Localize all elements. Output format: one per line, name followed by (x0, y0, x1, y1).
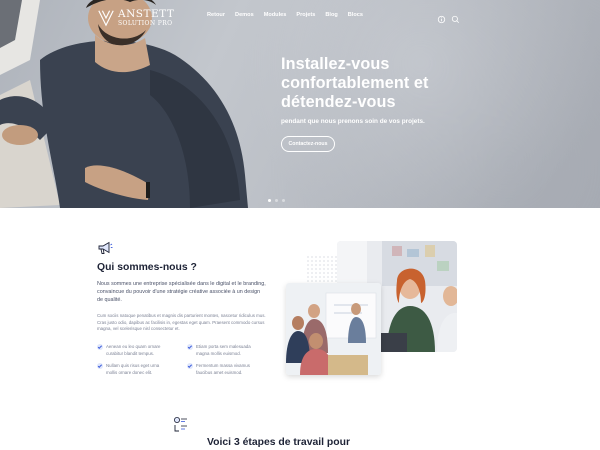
brand-tagline: SOLUTION PRO (118, 19, 173, 27)
feature-item: Fermentum massa vivamus faucibus amet eu… (187, 363, 257, 376)
meeting-photo (286, 283, 381, 375)
steps-title: Voici 3 étapes de travail pour (207, 437, 351, 448)
contact-button[interactable]: Contactez-nous (281, 136, 335, 152)
slider-pagination (268, 199, 285, 202)
search-icon[interactable] (451, 11, 460, 24)
logo-mark-icon (98, 10, 114, 27)
hero-photo (0, 0, 248, 208)
slider-dot-1[interactable] (268, 199, 271, 202)
decorative-dot-grid (306, 255, 340, 283)
slider-dot-2[interactable] (275, 199, 278, 202)
nav-item-projets[interactable]: Projets (296, 12, 315, 18)
main-nav: Retour Demos Modules Projets Blog Blocs (207, 12, 373, 18)
steps-icon (174, 417, 187, 432)
megaphone-icon (98, 241, 113, 254)
slider-dot-3[interactable] (282, 199, 285, 202)
hero-title: Installez-vous confortablement et détend… (281, 55, 429, 111)
brand-name: ANSTETT (118, 8, 175, 20)
nav-item-modules[interactable]: Modules (264, 12, 287, 18)
feature-item: Nullam quis risus eget urna mollis ornar… (97, 363, 167, 376)
check-icon (97, 363, 103, 369)
nav-item-demos[interactable]: Demos (235, 12, 254, 18)
info-icon[interactable] (437, 11, 446, 24)
check-icon (187, 344, 193, 350)
nav-item-blocs[interactable]: Blocs (348, 12, 363, 18)
nav-item-retour[interactable]: Retour (207, 12, 225, 18)
feature-item: Aenean eu leo quam ornare curabitur blan… (97, 344, 167, 357)
hero-subtitle: pendant que nous prenons soin de vos pro… (281, 118, 425, 125)
page: ANSTETT SOLUTION PRO Retour Demos Module… (0, 0, 600, 450)
about-title: Qui sommes-nous ? (97, 262, 197, 273)
check-icon (187, 363, 193, 369)
hero-section: ANSTETT SOLUTION PRO Retour Demos Module… (0, 0, 600, 208)
feature-item: Etiam porta sem malesuada magna mollis e… (187, 344, 257, 357)
nav-item-blog[interactable]: Blog (325, 12, 337, 18)
check-icon (97, 344, 103, 350)
about-intro: Nous sommes une entreprise spécialisée d… (97, 281, 266, 304)
brand-logo[interactable]: ANSTETT SOLUTION PRO (97, 9, 174, 27)
about-body: Cum sociis natoque penatibus et magnis d… (97, 313, 266, 332)
